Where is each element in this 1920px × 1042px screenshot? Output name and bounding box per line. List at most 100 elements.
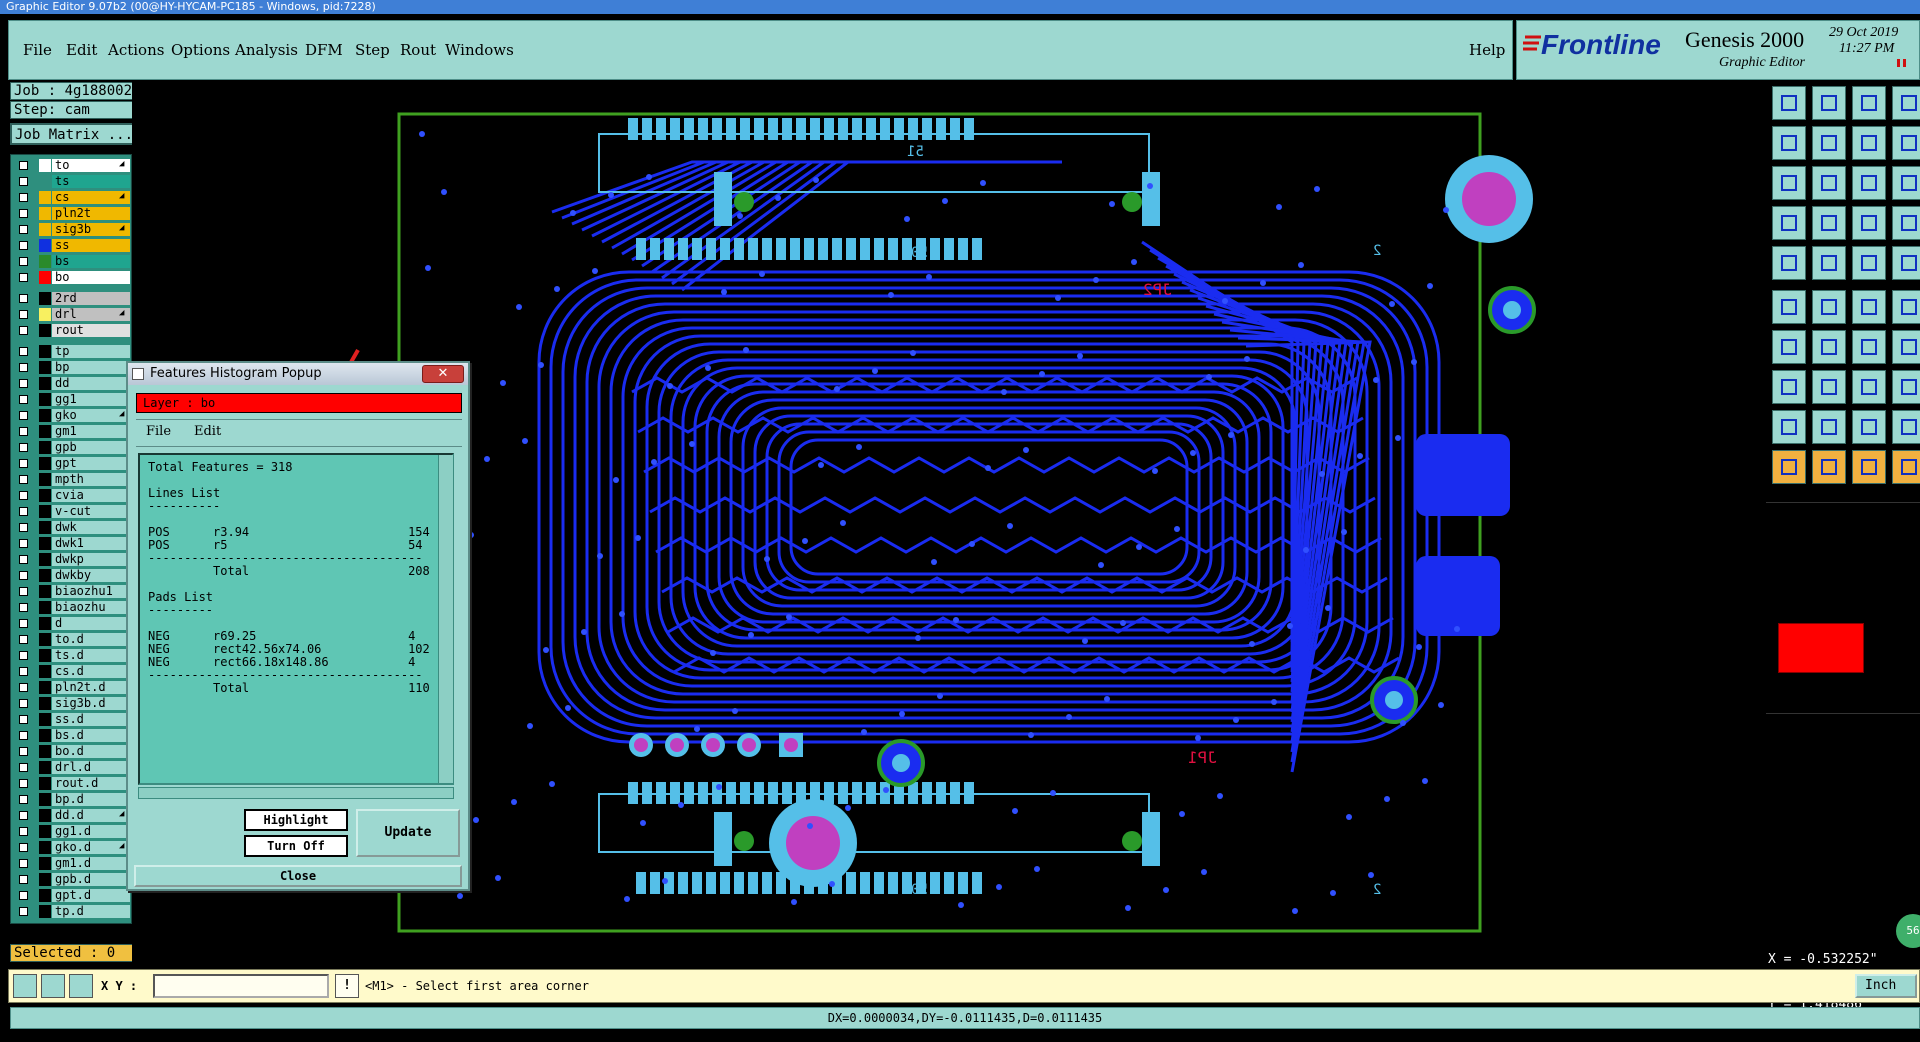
layer-checkbox[interactable]	[19, 363, 28, 372]
close-icon[interactable]: ✕	[422, 365, 464, 383]
layer-name[interactable]: ts.d	[52, 649, 130, 662]
layer-name[interactable]: sig3b.d	[52, 697, 130, 710]
layer-checkbox[interactable]	[19, 747, 28, 756]
layer-name[interactable]: rout	[52, 324, 130, 337]
layer-checkbox[interactable]	[19, 763, 28, 772]
layer-checkbox[interactable]	[19, 683, 28, 692]
layer-row-rout[interactable]: rout	[11, 323, 131, 338]
layer-name[interactable]: 2rd	[52, 292, 130, 305]
home-icon[interactable]	[1852, 86, 1886, 120]
select-icon[interactable]	[1772, 246, 1806, 280]
exclamation-icon[interactable]: !	[335, 974, 359, 998]
menu-step[interactable]: Step	[355, 41, 390, 59]
layer-row-bo.d[interactable]: bo.d	[11, 744, 131, 759]
layer-row-bp[interactable]: bp	[11, 360, 131, 375]
layer-name[interactable]: rout.d	[52, 777, 130, 790]
units-selector[interactable]: Inch	[1855, 974, 1917, 998]
align-icon[interactable]	[1852, 370, 1886, 404]
polygon-icon[interactable]	[1892, 410, 1920, 444]
layer-name[interactable]: gg1.d	[52, 825, 130, 838]
layer-checkbox[interactable]	[19, 603, 28, 612]
layer-row-to[interactable]: to ◢	[11, 158, 131, 173]
layer-name[interactable]: gpt.d	[52, 889, 130, 902]
layer-row-dd.d[interactable]: dd.d ◢	[11, 808, 131, 823]
layer-checkbox[interactable]	[19, 667, 28, 676]
layer-row-biaozhu[interactable]: biaozhu	[11, 600, 131, 615]
menu-rout[interactable]: Rout	[400, 41, 436, 59]
layer-checkbox[interactable]	[19, 827, 28, 836]
turn-off-button[interactable]: Turn Off	[244, 835, 348, 857]
layer-checkbox[interactable]	[19, 619, 28, 628]
layer-row-dwk[interactable]: dwk	[11, 520, 131, 535]
layer-checkbox[interactable]	[19, 257, 28, 266]
layer-checkbox[interactable]	[19, 379, 28, 388]
menu-windows[interactable]: Windows	[445, 41, 514, 59]
layer-row-cs.d[interactable]: cs.d	[11, 664, 131, 679]
net-icon[interactable]	[1772, 290, 1806, 324]
snapshot-icon[interactable]	[1772, 206, 1806, 240]
vertical-scrollbar[interactable]	[438, 455, 453, 783]
layer-row-dwkby[interactable]: dwkby	[11, 568, 131, 583]
layer-checkbox[interactable]	[19, 507, 28, 516]
layer-row-gpt.d[interactable]: gpt.d	[11, 888, 131, 903]
fit-icon[interactable]	[1772, 166, 1806, 200]
layer-name[interactable]: tp	[52, 345, 130, 358]
layer-name[interactable]: ss	[52, 239, 130, 252]
layer-checkbox[interactable]	[19, 443, 28, 452]
layer-row-gm1.d[interactable]: gm1.d	[11, 856, 131, 871]
cross-icon[interactable]	[1812, 290, 1846, 324]
layer-row-cs[interactable]: cs ◢	[11, 190, 131, 205]
triangle-icon[interactable]	[1772, 410, 1806, 444]
add-line-icon[interactable]	[1812, 370, 1846, 404]
layer-row-sig3b[interactable]: sig3b ◢	[11, 222, 131, 237]
layer-checkbox[interactable]	[19, 635, 28, 644]
layer-name[interactable]: dwkby	[52, 569, 130, 582]
measure-icon[interactable]	[41, 974, 65, 998]
layer-row-drl.d[interactable]: drl.d	[11, 760, 131, 775]
layer-row-gg1[interactable]: gg1	[11, 392, 131, 407]
menu-analysis[interactable]: Analysis	[235, 41, 298, 59]
angle-icon[interactable]	[1772, 330, 1806, 364]
layer-name[interactable]: bs	[52, 255, 130, 268]
layer-row-tp[interactable]: tp	[11, 344, 131, 359]
menu-help[interactable]: Help	[1469, 41, 1505, 59]
highlight-button[interactable]: Highlight	[244, 809, 348, 831]
layer-checkbox[interactable]	[19, 571, 28, 580]
layer-name[interactable]: bs.d	[52, 729, 130, 742]
move-icon[interactable]	[1772, 370, 1806, 404]
layer-name[interactable]: dwk	[52, 521, 130, 534]
layer-name[interactable]: to.d	[52, 633, 130, 646]
popup-title-bar[interactable]: Features Histogram Popup ✕	[128, 363, 468, 385]
layer-row-ts.d[interactable]: ts.d	[11, 648, 131, 663]
layer-checkbox[interactable]	[19, 294, 28, 303]
close-button[interactable]: Close	[134, 865, 462, 887]
layer-name[interactable]: pln2t.d	[52, 681, 130, 694]
layer-name[interactable]: biaozhu	[52, 601, 130, 614]
scale-icon[interactable]	[1852, 166, 1886, 200]
arc-icon[interactable]	[1852, 330, 1886, 364]
layer-checkbox[interactable]	[19, 427, 28, 436]
layer-checkbox[interactable]	[19, 411, 28, 420]
layer-name[interactable]: mpth	[52, 473, 130, 486]
layer-row-bs.d[interactable]: bs.d	[11, 728, 131, 743]
layer-row-rout.d[interactable]: rout.d	[11, 776, 131, 791]
layer-name[interactable]: biaozhu1	[52, 585, 130, 598]
layer-checkbox[interactable]	[19, 273, 28, 282]
layer-row-d[interactable]: d	[11, 616, 131, 631]
layout-icon[interactable]	[1892, 126, 1920, 160]
layer-row-bs[interactable]: bs	[11, 254, 131, 269]
window-menu-icon[interactable]	[132, 368, 144, 380]
measure-icon[interactable]	[1852, 206, 1886, 240]
layer-name[interactable]: d	[52, 617, 130, 630]
layer-row-biaozhu1[interactable]: biaozhu1	[11, 584, 131, 599]
layer-checkbox[interactable]	[19, 843, 28, 852]
snap-icon[interactable]	[13, 974, 37, 998]
layer-name[interactable]: dwkp	[52, 553, 130, 566]
layer-checkbox[interactable]	[19, 859, 28, 868]
layer-row-gm1[interactable]: gm1	[11, 424, 131, 439]
layer-name[interactable]: bo.d	[52, 745, 130, 758]
layer-row-gpt[interactable]: gpt	[11, 456, 131, 471]
layer-checkbox[interactable]	[19, 459, 28, 468]
layer-checkbox[interactable]	[19, 475, 28, 484]
layer-name[interactable]: gg1	[52, 393, 130, 406]
